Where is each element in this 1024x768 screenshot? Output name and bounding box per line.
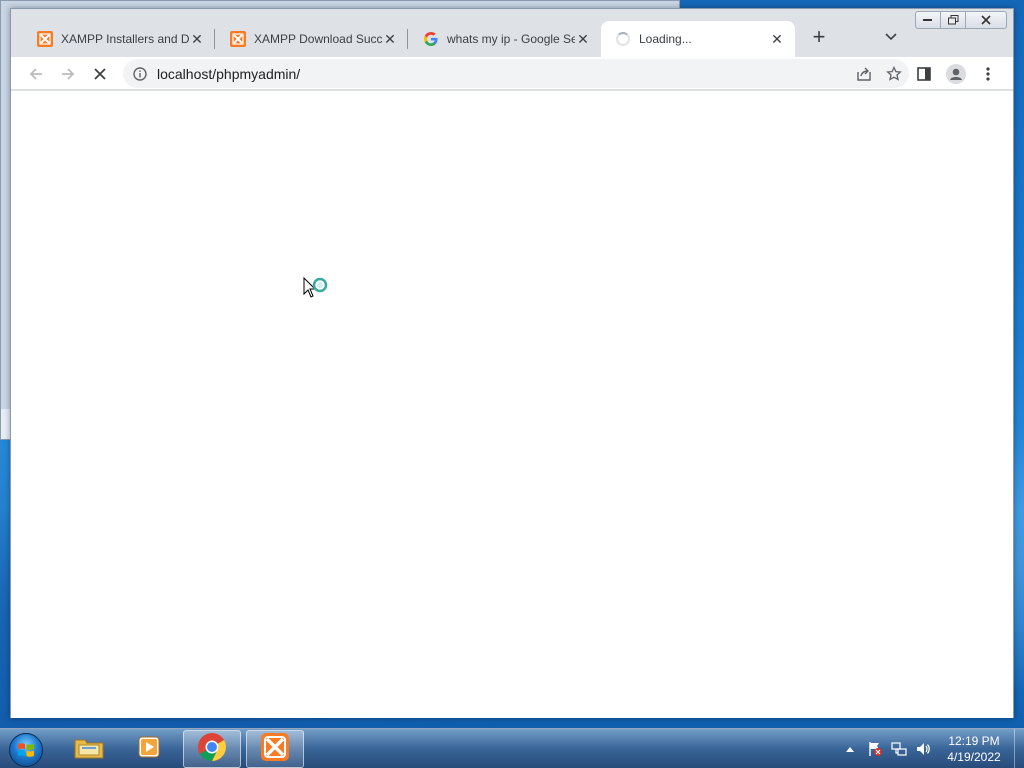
system-clock[interactable]: 12:19 PM 4/19/2022 [936,733,1012,765]
chrome-browser-window[interactable]: XAMPP Installers and Do ✕ XAMPP Download… [10,8,1014,718]
tab-strip: XAMPP Installers and Do ✕ XAMPP Download… [11,9,1013,57]
side-panel-icon[interactable] [911,61,937,87]
menu-dots-icon[interactable] [975,61,1001,87]
start-button[interactable] [6,731,46,768]
xampp-icon [230,31,246,47]
forward-arrow-icon[interactable] [55,61,81,87]
busy-cursor-icon [303,276,333,312]
chrome-icon [197,732,227,767]
clock-date: 4/19/2022 [947,750,1001,764]
minimize-button[interactable] [915,11,941,29]
browser-toolbar: localhost/phpmyadmin/ [11,57,1013,90]
tab-close-icon[interactable]: ✕ [575,31,591,47]
tab-close-icon[interactable]: ✕ [769,31,785,47]
google-icon [423,31,439,47]
profile-avatar-icon[interactable] [943,61,969,87]
stop-loading-icon[interactable] [87,61,113,87]
new-tab-button[interactable]: + [805,23,833,51]
windows-logo-icon [9,733,43,767]
site-info-icon[interactable] [125,59,155,88]
url-text[interactable]: localhost/phpmyadmin/ [157,66,849,82]
taskbar-media-player[interactable] [120,730,178,768]
clock-time: 12:19 PM [948,734,1000,748]
volume-icon[interactable] [912,729,934,768]
show-hidden-icons-button[interactable] [842,729,858,768]
xampp-icon [37,31,53,47]
page-content-blank[interactable] [11,91,1013,718]
share-icon[interactable] [849,59,879,88]
back-arrow-icon[interactable] [23,61,49,87]
tab-google-search[interactable]: whats my ip - Google Se ✕ [409,21,601,57]
taskbar-chrome[interactable] [183,730,241,768]
taskbar-explorer[interactable] [60,730,118,768]
tab-xampp-download[interactable]: XAMPP Download Succe ✕ [216,21,408,57]
restore-button[interactable] [940,11,966,29]
close-window-button[interactable] [965,11,1007,29]
network-icon[interactable] [888,729,910,768]
tab-title: whats my ip - Google Se [447,32,575,46]
tab-loading[interactable]: Loading... ✕ [601,21,795,57]
tab-title: XAMPP Download Succe [254,32,382,46]
tab-title: Loading... [639,32,692,46]
bookmark-star-icon[interactable] [879,59,909,88]
taskbar: 12:19 PM 4/19/2022 [0,728,1024,768]
tab-separator [214,29,215,49]
media-player-icon [135,733,163,766]
address-bar[interactable]: localhost/phpmyadmin/ [123,59,909,88]
tab-close-icon[interactable]: ✕ [382,31,398,47]
loading-spinner-icon [615,31,631,47]
tab-close-icon[interactable]: ✕ [189,31,205,47]
tab-xampp-installers[interactable]: XAMPP Installers and Do ✕ [23,21,215,57]
show-desktop-button[interactable] [1014,729,1024,768]
tab-separator [407,29,408,49]
action-center-flag-icon[interactable] [864,729,886,768]
taskbar-xampp[interactable] [246,730,304,768]
tab-title: XAMPP Installers and Do [61,32,189,46]
xampp-icon [260,732,290,767]
windows-explorer-icon [73,734,105,765]
tab-search-chevron-icon[interactable] [879,25,903,49]
